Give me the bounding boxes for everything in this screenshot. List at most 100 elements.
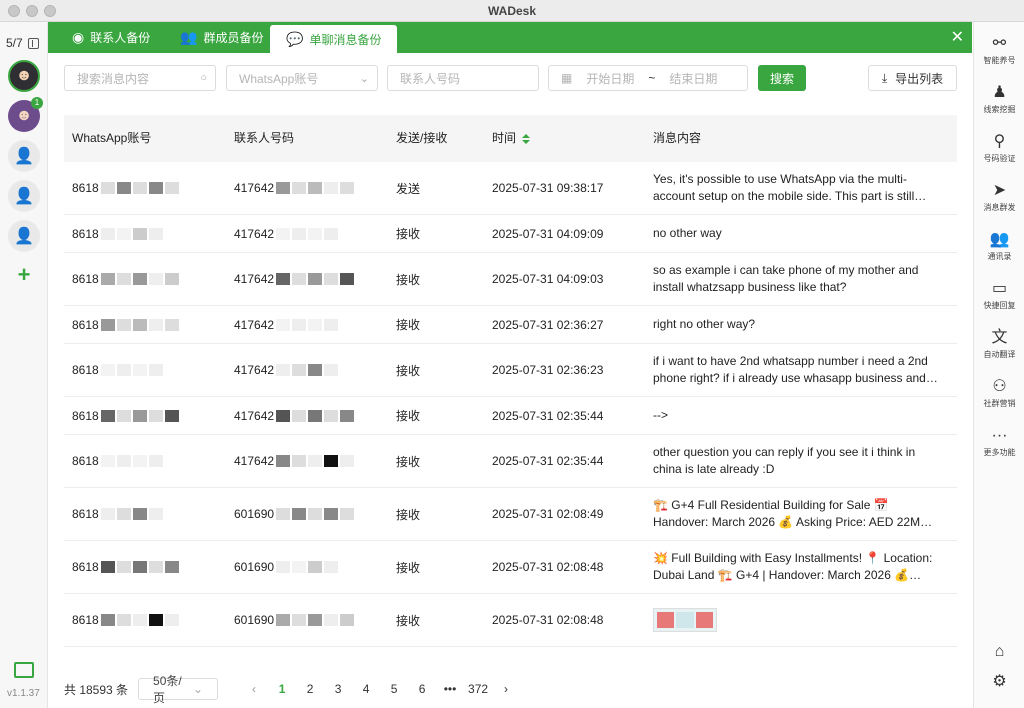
table-header: WhatsApp账号 联系人号码 发送/接收 时间 消息内容 bbox=[64, 115, 957, 162]
table-row: 8618 417642 接收 2025-07-31 04:09:03 so as exa… bbox=[64, 253, 957, 306]
page-button[interactable]: 372 bbox=[464, 682, 492, 696]
window-titlebar: WADesk bbox=[0, 0, 1024, 22]
header-time[interactable]: 时间 bbox=[492, 115, 531, 162]
store-icon[interactable]: ⌂ bbox=[974, 642, 1024, 662]
page-button[interactable]: 2 bbox=[296, 682, 324, 696]
tool-user-tie[interactable]: ♟ 线索挖掘 bbox=[974, 83, 1024, 115]
content-cell: --> bbox=[653, 397, 943, 434]
search-input[interactable]: 搜索消息内容 ○ bbox=[64, 65, 216, 91]
translate-icon: 文 bbox=[991, 329, 1008, 346]
whatsapp-account-select[interactable]: WhatsApp账号 ⌄ bbox=[226, 65, 378, 91]
message-content: no other way bbox=[653, 226, 722, 240]
direction-cell: 接收 bbox=[396, 409, 421, 423]
export-list-button[interactable]: ⤓ 导出列表 bbox=[868, 65, 957, 91]
sort-icon[interactable] bbox=[522, 133, 531, 144]
page-button[interactable]: 5 bbox=[380, 682, 408, 696]
empty-account-slot[interactable]: 👤 bbox=[8, 180, 40, 212]
tool-more[interactable]: ··· 更多功能 bbox=[974, 426, 1024, 458]
tools-sidebar: ⚯ 智能养号 ♟ 线索挖掘 ⚲ 号码验证 ➤ 消息群发 👥 通讯录 ▭ 快捷回复文自动翻译 ⚇ 社群营销 ·… bbox=[973, 22, 1024, 708]
chevron-down-icon: ⌄ bbox=[359, 72, 369, 85]
content-cell: right no other way? bbox=[653, 306, 943, 343]
page-button[interactable]: 1 bbox=[268, 682, 296, 696]
prev-page-button[interactable]: ‹ bbox=[240, 682, 268, 696]
table-row: 8618 417642 接收 2025-07-31 02:35:44 other que… bbox=[64, 435, 957, 488]
contact-cell: 417642 bbox=[234, 253, 355, 305]
page-button[interactable]: 3 bbox=[324, 682, 352, 696]
user-tie-icon: ♟ bbox=[992, 84, 1007, 101]
tool-label: 消息群发 bbox=[983, 203, 1016, 212]
content-cell: 💥 Full Building with Easy Installments! … bbox=[653, 541, 943, 593]
page-size-select[interactable]: 50条/页 ⌄ bbox=[138, 674, 219, 705]
add-account-icon[interactable]: + bbox=[14, 264, 34, 286]
table-row: 8618 601690 接收 2025-07-31 02:08:48 bbox=[64, 594, 957, 647]
search-icon: ○ bbox=[200, 72, 207, 84]
account-cell: 8618 bbox=[72, 344, 163, 396]
monitor-icon[interactable] bbox=[14, 662, 34, 678]
contact-number-input[interactable]: 联系人号码 bbox=[387, 65, 539, 91]
table-row: 8618 417642 接收 2025-07-31 04:09:09 no other … bbox=[64, 215, 957, 253]
message-content: if i want to have 2nd whatsapp number i … bbox=[653, 354, 938, 385]
tool-contacts[interactable]: 👥 通讯录 bbox=[974, 230, 1024, 262]
tab-chat-message-backup[interactable]: 💬 单聊消息备份 bbox=[270, 25, 398, 53]
header-account: WhatsApp账号 bbox=[72, 131, 152, 145]
gear-icon[interactable]: ⚙ bbox=[974, 672, 1024, 692]
contact-cell: 417642 bbox=[234, 162, 355, 214]
contact-cell: 601690 bbox=[234, 488, 355, 540]
tab-group-member-backup[interactable]: 👥 群成员备份 bbox=[164, 22, 279, 53]
tool-label: 通讯录 bbox=[987, 252, 1012, 261]
group-icon: 👥 bbox=[180, 29, 198, 45]
page-button[interactable]: 4 bbox=[352, 682, 380, 696]
time-cell: 2025-07-31 02:08:48 bbox=[492, 560, 604, 574]
date-separator: ~ bbox=[648, 71, 656, 85]
image-thumbnail[interactable] bbox=[653, 608, 717, 632]
account-cell: 8618 bbox=[72, 435, 163, 487]
account-count: 5/7 bbox=[6, 36, 23, 50]
tab-label: 联系人备份 bbox=[90, 31, 151, 45]
empty-account-slot[interactable]: 👤 bbox=[8, 140, 40, 172]
page-button[interactable]: 6 bbox=[408, 682, 436, 696]
time-cell: 2025-07-31 02:36:27 bbox=[492, 317, 604, 332]
tool-send[interactable]: ➤ 消息群发 bbox=[974, 181, 1024, 213]
tool-translate[interactable]: 文自动翻译 bbox=[974, 328, 1024, 360]
download-icon: ⤓ bbox=[881, 70, 888, 85]
contact-cell: 417642 bbox=[234, 215, 339, 252]
tool-label: 智能养号 bbox=[983, 56, 1016, 65]
account-avatar[interactable]: ☻ 1 bbox=[8, 97, 43, 132]
message-content: so as example i can take phone of my mot… bbox=[653, 263, 919, 294]
table-row: 8618 417642 接收 2025-07-31 02:36:27 right no … bbox=[64, 306, 957, 344]
message-content: other question you can reply if you see … bbox=[653, 445, 916, 476]
time-cell: 2025-07-31 02:35:44 bbox=[492, 408, 604, 423]
direction-cell: 接收 bbox=[396, 613, 421, 628]
tool-community[interactable]: ⚇ 社群营销 bbox=[974, 377, 1024, 409]
send-icon: ➤ bbox=[992, 182, 1007, 199]
tool-share-nodes[interactable]: ⚯ 智能养号 bbox=[974, 34, 1024, 66]
search-placeholder: 搜索消息内容 bbox=[77, 71, 150, 86]
tool-label: 更多功能 bbox=[983, 448, 1016, 457]
contacts-icon: 👥 bbox=[989, 231, 1010, 248]
collapse-sidebar-icon[interactable] bbox=[27, 37, 39, 49]
close-panel-icon[interactable]: ✕ bbox=[951, 27, 964, 47]
page-ellipsis[interactable]: ••• bbox=[436, 682, 464, 696]
content-cell: so as example i can take phone of my mot… bbox=[653, 253, 943, 305]
empty-account-slot[interactable]: 👤 bbox=[8, 220, 40, 252]
account-avatar-active[interactable]: ☻ bbox=[8, 60, 40, 92]
content-cell: no other way bbox=[653, 215, 943, 252]
tool-user-search[interactable]: ⚲ 号码验证 bbox=[974, 132, 1024, 164]
account-placeholder: WhatsApp账号 bbox=[239, 71, 319, 86]
tab-label: 单聊消息备份 bbox=[309, 32, 382, 47]
header-content: 消息内容 bbox=[653, 131, 702, 145]
time-cell: 2025-07-31 04:09:09 bbox=[492, 226, 604, 241]
time-cell: 2025-07-31 04:09:03 bbox=[492, 272, 604, 286]
account-count-row: 5/7 bbox=[6, 36, 39, 50]
tab-contact-backup[interactable]: ◉ 联系人备份 bbox=[56, 22, 166, 53]
next-page-button[interactable]: › bbox=[492, 682, 520, 696]
tool-quick-reply[interactable]: ▭ 快捷回复 bbox=[974, 279, 1024, 311]
table-row: 8618 417642 发送 2025-07-31 09:38:17 Yes, it's… bbox=[64, 162, 957, 215]
date-range-picker[interactable]: ▦ 开始日期 ~ 结束日期 bbox=[548, 65, 748, 91]
account-cell: 8618 bbox=[72, 397, 179, 434]
direction-cell: 接收 bbox=[396, 454, 421, 469]
account-cell: 8618 bbox=[72, 541, 179, 593]
time-cell: 2025-07-31 02:08:49 bbox=[492, 507, 604, 521]
contact-cell: 417642 bbox=[234, 435, 355, 487]
search-button[interactable]: 搜索 bbox=[758, 65, 806, 91]
